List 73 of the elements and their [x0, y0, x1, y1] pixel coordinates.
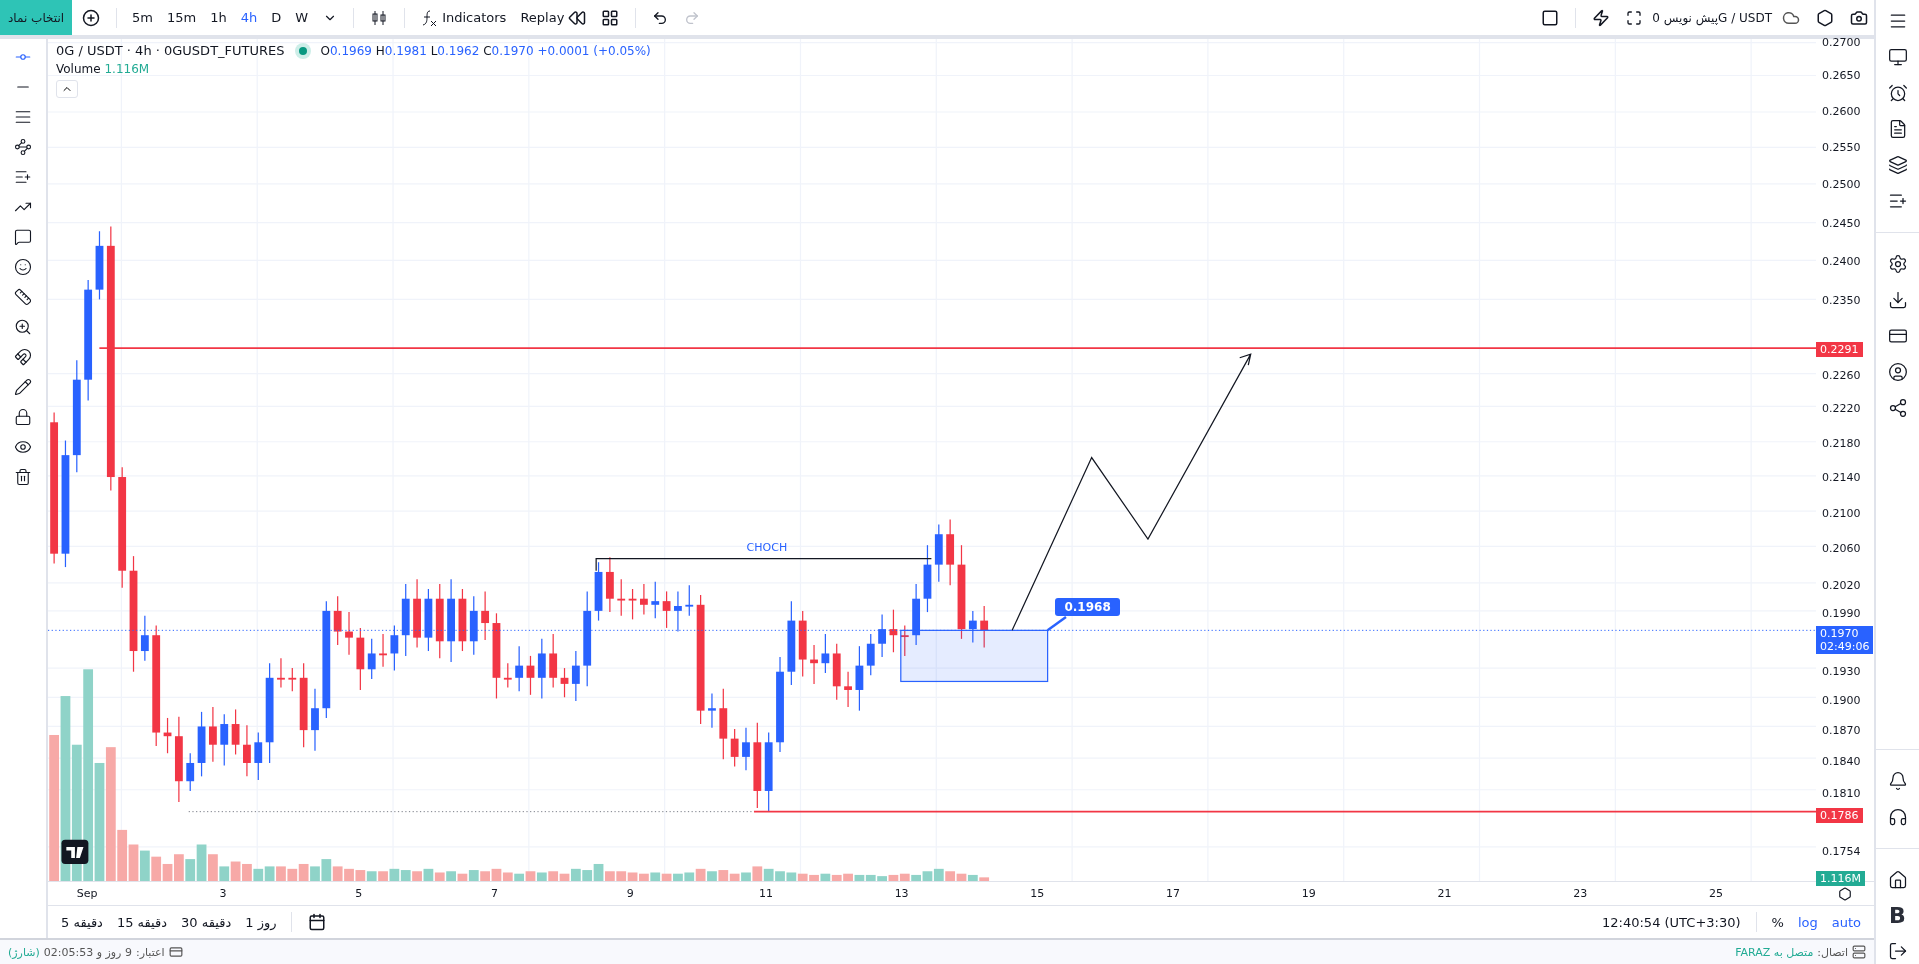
volume-legend: Volume 1.116M — [56, 62, 150, 76]
log-button[interactable]: log — [1792, 910, 1823, 934]
price-tick: 0.2350 — [1822, 293, 1861, 307]
price-tick: 0.1840 — [1822, 755, 1861, 769]
logo-letter: B — [1889, 903, 1906, 928]
interval-button[interactable]: 15m — [162, 6, 202, 29]
range-button[interactable]: 30 دقیقه — [176, 910, 237, 934]
price-badge: 1.116M — [1816, 870, 1865, 886]
price-tick: 0.2020 — [1822, 579, 1861, 593]
collapse-button[interactable] — [56, 80, 78, 98]
price-tick: 0.1870 — [1822, 723, 1861, 737]
interval-button[interactable]: D — [266, 6, 287, 29]
price-tick: 0.1930 — [1822, 664, 1861, 678]
price-tick: 0.2180 — [1822, 437, 1861, 451]
range-button[interactable]: 5 دقیقه — [56, 910, 108, 934]
price-tick: 0.2550 — [1822, 140, 1861, 154]
ohlc-values: O0.1969 H0.1981 L0.1962 C0.1970 +0.0001 (+0.05%) — [320, 43, 651, 58]
price-tick: 0.2220 — [1822, 401, 1861, 415]
time-tick: 13 — [894, 887, 909, 900]
server-icon — [1852, 945, 1866, 959]
connection-value: متصل به FARAZ — [1735, 945, 1814, 959]
range-button[interactable]: 15 دقیقه — [111, 910, 173, 934]
price-tick: 0.2450 — [1822, 216, 1861, 230]
price-badge: 0.2291 — [1816, 341, 1863, 358]
price-tick: 0.2100 — [1822, 506, 1861, 520]
time-tick: 23 — [1573, 887, 1588, 900]
price-tick: 0.1754 — [1822, 844, 1861, 858]
indicators-button[interactable]: Indicators — [415, 4, 512, 31]
price-badge: 0.1786 — [1816, 808, 1863, 824]
card-icon — [168, 945, 183, 959]
time-tick: Sep — [76, 887, 98, 900]
percent-button[interactable]: % — [1766, 910, 1789, 934]
price-tick: 0.2400 — [1822, 254, 1861, 268]
auto-button[interactable]: auto — [1826, 910, 1866, 934]
price-tick: 0.2260 — [1822, 368, 1861, 382]
time-tick: 11 — [758, 887, 773, 900]
range-button[interactable]: 1 روز — [240, 910, 282, 934]
price-tick: 0.2700 — [1822, 35, 1861, 49]
price-label: 0.1968 — [1055, 598, 1120, 617]
time-tick: 15 — [1030, 887, 1045, 900]
time-tick: 7 — [490, 887, 498, 900]
price-tick: 0.1990 — [1822, 607, 1861, 621]
clock-label[interactable]: 12:40:54 (UTC+3:30) — [1597, 910, 1746, 934]
price-tick: 0.2650 — [1822, 68, 1861, 82]
time-tick: 9 — [626, 887, 634, 900]
price-tick: 0.1900 — [1822, 694, 1861, 708]
price-tick: 0.1810 — [1822, 787, 1861, 801]
credit-value: 9 روز و 02:05:53 — [43, 945, 132, 959]
replay-button[interactable]: Replay — [515, 4, 592, 31]
time-tick: 3 — [219, 887, 227, 900]
interval-button[interactable]: 5m — [127, 6, 159, 29]
time-tick: 25 — [1709, 887, 1724, 900]
live-status-dot — [298, 46, 307, 55]
connection-label: اتصال: — [1817, 945, 1848, 959]
price-badge: 0.1970 02:49:06 — [1816, 625, 1874, 655]
function-icon — [420, 8, 439, 27]
price-tick: 0.2600 — [1822, 105, 1861, 119]
price-tick: 0.2500 — [1822, 177, 1861, 191]
time-tick: 21 — [1437, 887, 1452, 900]
interval-button[interactable]: 1h — [205, 6, 232, 29]
rewind-icon — [568, 8, 587, 27]
draft-label: پیش نویس 0G / USDT — [1652, 10, 1772, 25]
price-tick: 0.2140 — [1822, 471, 1861, 485]
price-tick: 0.2060 — [1822, 542, 1861, 556]
time-tick: 17 — [1166, 887, 1181, 900]
time-tick: 19 — [1301, 887, 1316, 900]
choch-label: CHOCH — [746, 540, 788, 554]
interval-button[interactable]: W — [290, 6, 314, 29]
symbol-title: 0G / USDT · 4h · 0GUSDT_FUTURES — [56, 43, 285, 58]
time-tick: 5 — [355, 887, 363, 900]
symbol-search-button[interactable]: انتخاب نماد — [0, 0, 73, 35]
interval-button[interactable]: 4h — [235, 6, 263, 29]
credit-label: اعتبار: — [135, 945, 165, 959]
